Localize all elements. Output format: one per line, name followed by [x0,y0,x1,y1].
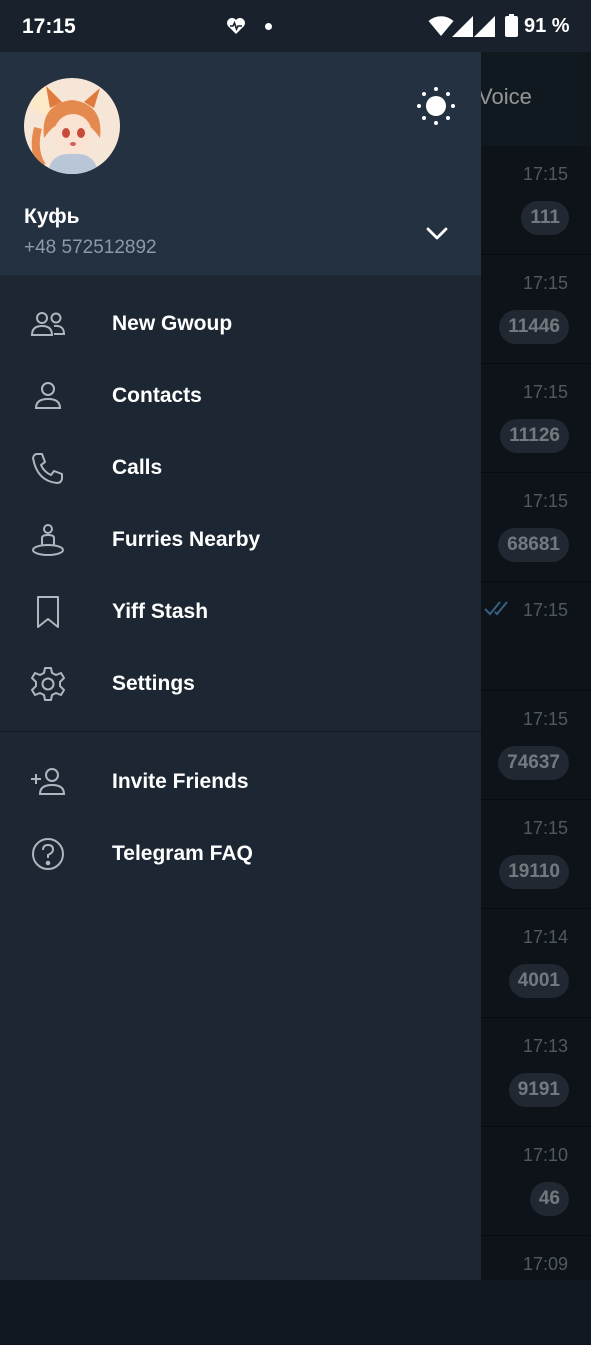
phone-icon [32,453,63,484]
wifi-icon [428,16,454,36]
sun-icon[interactable] [414,84,458,128]
menu-label: New Gwoup [112,312,233,335]
cell-signal-icon [474,16,495,37]
menu-item-contacts[interactable]: Contacts [0,360,481,432]
menu-label: Settings [112,672,195,695]
gear-icon [31,667,65,701]
avatar[interactable] [24,78,120,174]
menu-label: Telegram FAQ [112,842,253,865]
chevron-down-icon[interactable] [424,220,450,246]
menu-item-telegram-faq[interactable]: Telegram FAQ [0,818,481,890]
profile-name: Куфь [24,205,80,228]
person-icon [34,382,62,409]
menu-label: Invite Friends [112,770,249,793]
menu-label: Contacts [112,384,202,407]
profile-phone: +48 572512892 [24,237,157,258]
battery-percent: 91 % [524,15,570,37]
help-icon [32,838,64,870]
navigation-drawer: Куфь +48 572512892 New Gwoup Contacts Ca… [0,52,481,1280]
menu-item-people-nearby[interactable]: Furries Nearby [0,504,481,576]
status-time: 17:15 [22,15,76,38]
status-bar: 17:15 91 % [0,0,591,52]
menu-item-calls[interactable]: Calls [0,432,481,504]
group-icon [30,312,66,336]
menu-divider [0,731,481,732]
add-user-icon [31,768,66,795]
menu-item-new-group[interactable]: New Gwoup [0,288,481,360]
bookmark-icon [37,596,59,628]
cell-signal-icon [452,16,473,37]
menu-item-saved-messages[interactable]: Yiff Stash [0,576,481,648]
drawer-header: Куфь +48 572512892 [0,52,481,275]
notification-dot-icon [265,23,272,30]
menu-item-settings[interactable]: Settings [0,648,481,720]
menu-label: Yiff Stash [112,600,209,623]
menu-label: Calls [112,456,163,479]
battery-icon [505,14,518,37]
menu-item-invite-friends[interactable]: Invite Friends [0,746,481,818]
heart-health-icon [227,18,245,34]
people-nearby-icon [32,524,64,556]
menu-label: Furries Nearby [112,528,261,551]
